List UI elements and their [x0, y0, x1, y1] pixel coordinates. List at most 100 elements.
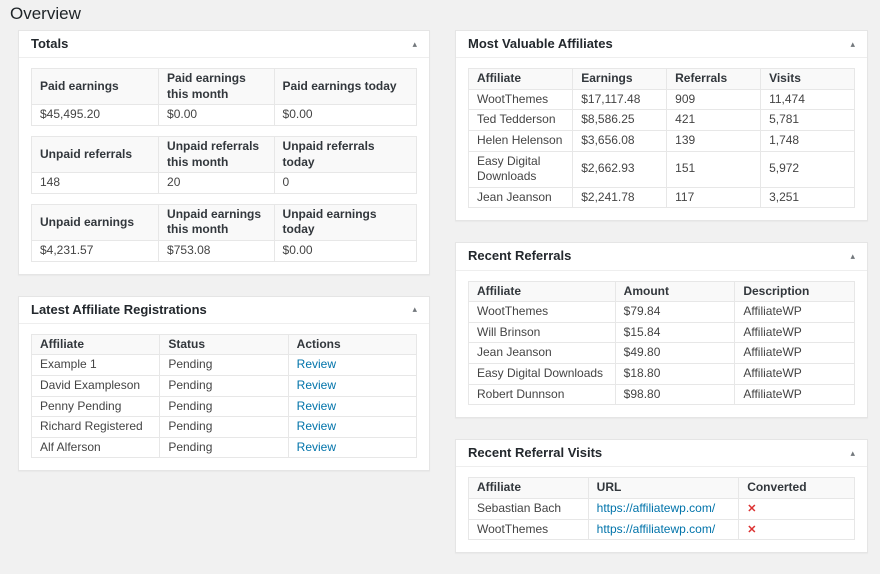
review-link[interactable]: Review — [297, 440, 336, 454]
referral-url-link[interactable]: https://affiliatewp.com/ — [597, 522, 716, 536]
panel-latest-registrations-body: Affiliate Status Actions Example 1 Pending Re… — [19, 324, 429, 471]
panel-recent-referrals-header: Recent Referrals ▴ — [456, 243, 867, 271]
cell-referrals: 151 — [666, 150, 762, 188]
collapse-arrow-icon[interactable]: ▴ — [412, 39, 417, 49]
most-valuable-table: Affiliate Earnings Referrals Visits WootThem… — [467, 68, 855, 209]
table-row: Richard Registered Pending Review — [30, 416, 418, 438]
cell-actions: Review — [287, 354, 418, 377]
cell-url: https://affiliatewp.com/ — [587, 518, 740, 541]
header-row: Affiliate URL Converted — [468, 477, 855, 500]
cell-url: https://affiliatewp.com/ — [587, 498, 740, 520]
collapse-arrow-icon[interactable]: ▴ — [412, 305, 417, 314]
cell-earnings: $2,241.78 — [572, 186, 668, 209]
column-header-paid-earnings-today: Paid earnings today — [273, 68, 418, 106]
column-header-visits: Visits — [760, 68, 855, 90]
review-link[interactable]: Review — [297, 357, 336, 371]
cell-converted: ✕ — [738, 498, 855, 520]
cell-description: AffiliateWP — [734, 383, 855, 406]
review-link[interactable]: Review — [297, 378, 336, 392]
collapse-arrow-icon[interactable]: ▴ — [850, 252, 855, 261]
column-header-unpaid-referrals-this-month: Unpaid referrals this month — [158, 136, 275, 174]
page-title: Overview — [10, 4, 81, 23]
collapse-arrow-icon[interactable]: ▴ — [850, 39, 855, 49]
cell-converted: ✕ — [738, 518, 855, 541]
review-link[interactable]: Review — [297, 399, 336, 413]
table-row: WootThemes $79.84 AffiliateWP — [468, 301, 855, 323]
cell-actions: Review — [287, 416, 418, 438]
table-row: $4,231.57 $753.08 $0.00 — [30, 240, 418, 262]
panel-title-latest-registrations: Latest Affiliate Registrations — [31, 301, 207, 317]
header-row: Affiliate Amount Description — [468, 280, 855, 303]
panel-most-valuable-header: Most Valuable Affiliates ▴ — [456, 31, 867, 59]
review-link[interactable]: Review — [297, 419, 336, 433]
header-row: Paid earnings Paid earnings this month Pai… — [30, 68, 418, 106]
cell-description: AffiliateWP — [734, 301, 855, 323]
cell-earnings: $3,656.08 — [572, 130, 668, 152]
cell-unpaid-earnings-this-month: $753.08 — [158, 240, 275, 262]
cell-amount: $18.80 — [614, 363, 736, 385]
cell-affiliate: Robert Dunnson — [468, 383, 616, 406]
unpaid-earnings-table: Unpaid earnings Unpaid earnings this mont… — [30, 203, 418, 262]
cell-referrals: 421 — [666, 109, 762, 132]
cell-affiliate: Alf Alferson — [30, 436, 161, 459]
panel-recent-referrals: Recent Referrals ▴ Affiliate Amount Descri… — [455, 242, 868, 419]
cell-status: Pending — [159, 375, 289, 397]
cell-visits: 1,748 — [760, 130, 855, 152]
table-row: Sebastian Bach https://affiliatewp.com/ ✕ — [468, 498, 855, 520]
header-row: Unpaid earnings Unpaid earnings this mont… — [30, 203, 418, 242]
cell-paid-earnings-today: $0.00 — [273, 104, 418, 127]
cell-description: AffiliateWP — [734, 342, 855, 365]
column-header-affiliate: Affiliate — [467, 68, 574, 90]
table-row: Easy Digital Downloads $2,662.93 151 5,972 — [467, 150, 855, 188]
column-header-affiliate: Affiliate — [30, 333, 161, 356]
panel-latest-registrations: Latest Affiliate Registrations ▴ Affilia… — [18, 295, 430, 472]
cell-visits: 11,474 — [760, 88, 855, 111]
column-header-actions: Actions — [287, 333, 418, 356]
header-row: Affiliate Earnings Referrals Visits — [467, 68, 855, 90]
column-header-unpaid-referrals-today: Unpaid referrals today — [273, 136, 418, 174]
column-header-status: Status — [159, 333, 289, 356]
column-header-converted: Converted — [738, 477, 855, 500]
cell-amount: $49.80 — [614, 342, 736, 365]
cell-visits: 3,251 — [760, 186, 855, 209]
cell-unpaid-referrals-today: 0 — [273, 172, 418, 194]
cell-affiliate: Sebastian Bach — [468, 498, 589, 520]
panel-recent-referrals-body: Affiliate Amount Description WootThemes $79.… — [456, 271, 867, 418]
panel-most-valuable: Most Valuable Affiliates ▴ Affiliate Earn… — [455, 30, 868, 222]
panel-title-totals: Totals — [31, 36, 69, 51]
collapse-arrow-icon[interactable]: ▴ — [850, 448, 855, 458]
not-converted-x-icon: ✕ — [747, 503, 757, 516]
cell-status: Pending — [159, 436, 289, 459]
cell-unpaid-earnings: $4,231.57 — [30, 240, 160, 262]
panel-recent-visits-header: Recent Referral Visits ▴ — [456, 440, 867, 468]
cell-affiliate: Helen Helenson — [467, 130, 574, 152]
cell-affiliate: Penny Pending — [30, 395, 161, 418]
cell-affiliate: Ted Tedderson — [467, 109, 574, 132]
column-header-url: URL — [587, 477, 740, 500]
recent-referrals-table: Affiliate Amount Description WootThemes $79.… — [468, 280, 855, 406]
panel-recent-visits-body: Affiliate URL Converted Sebastian Bach https… — [456, 467, 867, 552]
cell-paid-earnings: $45,495.20 — [30, 104, 160, 127]
column-header-paid-earnings: Paid earnings — [30, 68, 160, 106]
table-row: 148 20 0 — [30, 172, 418, 194]
referral-url-link[interactable]: https://affiliatewp.com/ — [597, 501, 716, 515]
dashboard-columns: Totals ▴ Paid earnings Paid earnings this… — [0, 30, 880, 574]
latest-registrations-table: Affiliate Status Actions Example 1 Pending Re… — [30, 333, 418, 459]
right-column: Most Valuable Affiliates ▴ Affiliate Earn… — [455, 30, 868, 574]
cell-paid-earnings-this-month: $0.00 — [158, 104, 275, 127]
cell-status: Pending — [159, 354, 289, 377]
table-row: $45,495.20 $0.00 $0.00 — [30, 104, 418, 127]
cell-unpaid-earnings-today: $0.00 — [273, 240, 418, 262]
cell-referrals: 117 — [666, 186, 762, 209]
table-row: WootThemes $17,117.48 909 11,474 — [467, 88, 855, 111]
table-row: Robert Dunnson $98.80 AffiliateWP — [468, 383, 855, 406]
column-header-unpaid-earnings-today: Unpaid earnings today — [273, 203, 418, 242]
cell-status: Pending — [159, 395, 289, 418]
cell-affiliate: Will Brinson — [468, 321, 616, 344]
table-row: Easy Digital Downloads $18.80 AffiliateWP — [468, 363, 855, 385]
cell-amount: $15.84 — [614, 321, 736, 344]
table-row: Jean Jeanson $2,241.78 117 3,251 — [467, 186, 855, 209]
cell-unpaid-referrals: 148 — [30, 172, 160, 194]
header-row: Unpaid referrals Unpaid referrals this mo… — [30, 136, 418, 174]
cell-affiliate: Example 1 — [30, 354, 161, 377]
